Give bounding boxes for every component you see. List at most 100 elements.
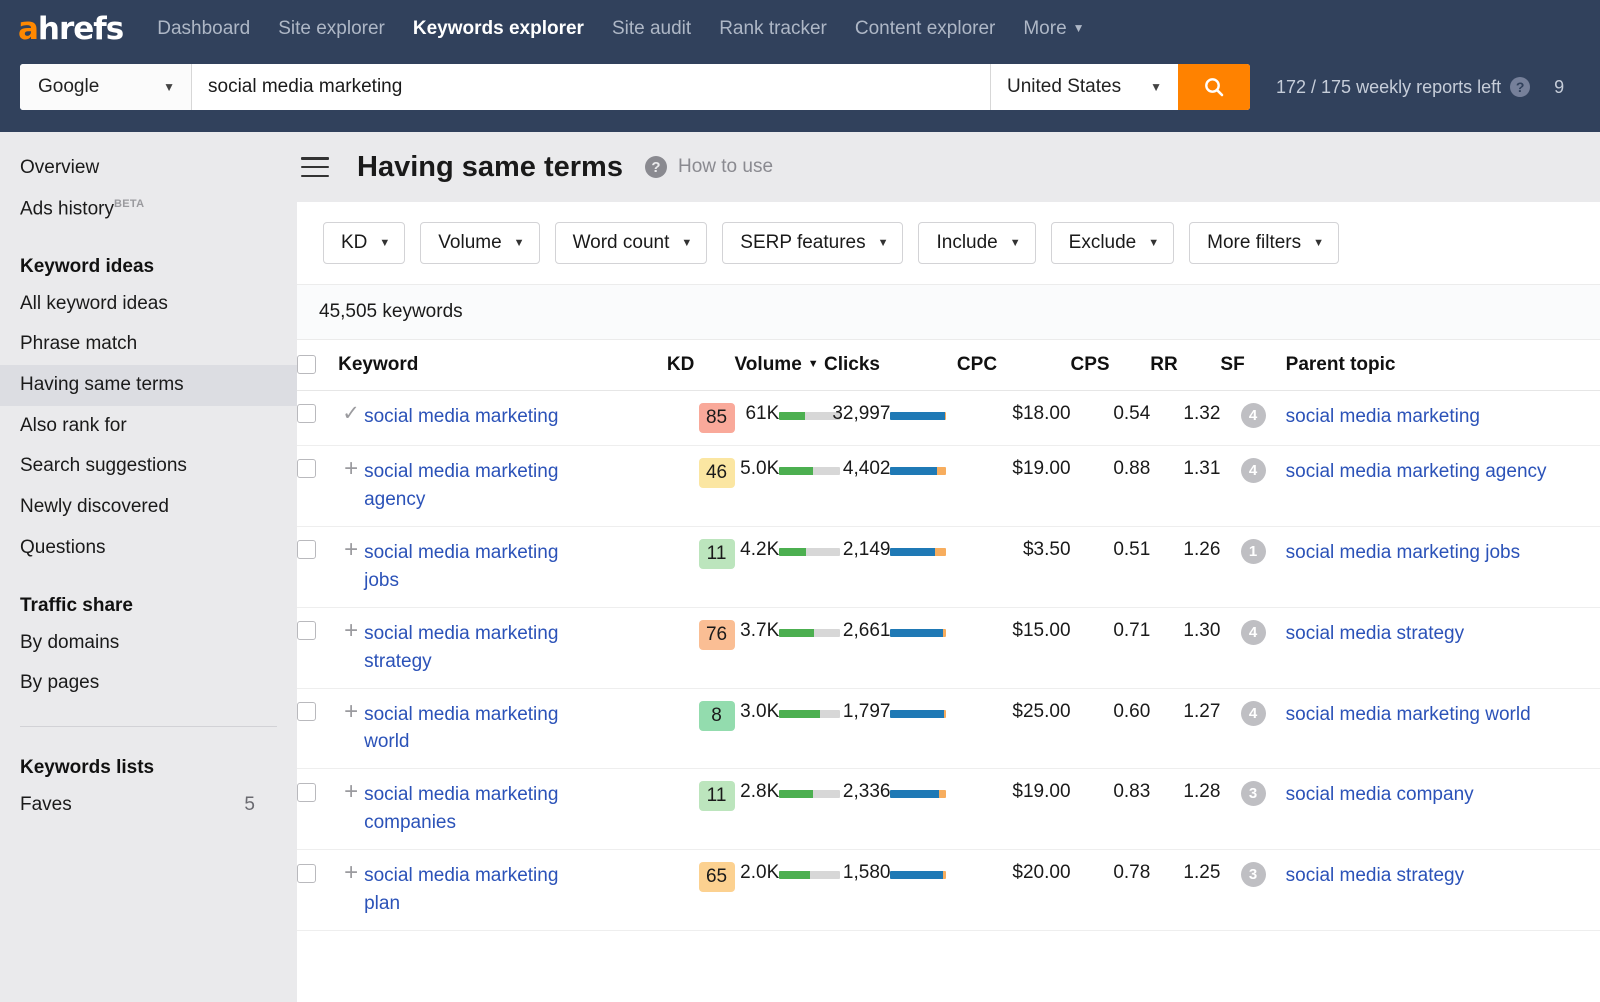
column-header-keyword[interactable]: Keyword: [338, 340, 667, 391]
chevron-down-icon: ▼: [877, 237, 889, 249]
nav-item-site-explorer[interactable]: Site explorer: [278, 18, 385, 40]
keyword-link[interactable]: social media marketing world: [364, 701, 574, 757]
clicks-cell: 2,336: [823, 768, 891, 851]
add-to-list-icon[interactable]: +: [338, 861, 364, 885]
sidebar-item-questions[interactable]: Questions: [0, 528, 297, 569]
row-checkbox[interactable]: [297, 540, 316, 560]
filter-word-count[interactable]: Word count ▼: [554, 222, 708, 264]
column-label: CPS: [1070, 354, 1110, 375]
hamburger-icon[interactable]: [301, 157, 329, 177]
keyword-link[interactable]: social media marketing agency: [364, 458, 574, 514]
country-select[interactable]: United States ▼: [990, 64, 1178, 110]
kd-badge: 11: [698, 781, 735, 812]
cps-cell: 0.54: [1070, 390, 1151, 446]
nav-item-keywords-explorer[interactable]: Keywords explorer: [413, 18, 584, 40]
parent-topic-link[interactable]: social media marketing agency: [1286, 461, 1547, 482]
keyword-link[interactable]: social media marketing jobs: [364, 539, 574, 595]
row-checkbox[interactable]: [297, 702, 316, 722]
add-to-list-icon[interactable]: +: [338, 457, 364, 481]
sf-badge[interactable]: 3: [1240, 781, 1266, 807]
reports-left-text: 172 / 175 weekly reports left: [1276, 76, 1502, 97]
nav-item-more[interactable]: More ▼: [1023, 18, 1084, 40]
nav-label: Keywords explorer: [412, 18, 584, 39]
added-check-icon[interactable]: ✓: [338, 403, 364, 425]
parent-topic-link[interactable]: social media marketing world: [1286, 704, 1531, 725]
volume-cell: 4.2K: [734, 526, 780, 608]
parent-topic-link[interactable]: social media strategy: [1286, 623, 1464, 644]
column-header-kd[interactable]: KD: [666, 340, 735, 391]
volume-cell: 5.0K: [734, 445, 780, 527]
column-header-clicks[interactable]: Clicks: [823, 340, 957, 391]
help-icon[interactable]: ?: [1510, 77, 1531, 97]
clicks-organic-segment: [890, 871, 944, 880]
search-button[interactable]: [1178, 64, 1250, 110]
how-to-use-link[interactable]: ? How to use: [644, 156, 774, 178]
row-checkbox[interactable]: [297, 782, 316, 802]
sidebar-item-overview[interactable]: Overview: [0, 148, 297, 189]
sf-badge[interactable]: 4: [1240, 403, 1266, 428]
keyword-link[interactable]: social media marketing: [364, 403, 558, 431]
sf-badge[interactable]: 4: [1240, 700, 1266, 726]
select-all-checkbox[interactable]: [297, 355, 316, 375]
sf-badge[interactable]: 4: [1240, 619, 1266, 645]
column-header-sf[interactable]: SF: [1220, 340, 1286, 391]
nav-item-rank-tracker[interactable]: Rank tracker: [719, 18, 827, 40]
keyword-link[interactable]: social media marketing companies: [364, 781, 574, 837]
filter-serp-features[interactable]: SERP features ▼: [722, 222, 904, 264]
keyword-search-input[interactable]: [192, 64, 990, 110]
add-to-list-icon[interactable]: +: [338, 618, 364, 642]
sidebar-item-label: Also rank for: [20, 414, 127, 436]
parent-topic-link[interactable]: social media company: [1286, 784, 1474, 805]
clicks-paid-segment: [942, 628, 947, 637]
cpc-cell: $18.00: [956, 390, 1071, 446]
sidebar-item-also-rank-for[interactable]: Also rank for: [0, 406, 297, 447]
sidebar-item-phrase-match[interactable]: Phrase match: [0, 324, 297, 365]
how-to-use-label: How to use: [677, 156, 774, 177]
nav-item-content-explorer[interactable]: Content explorer: [855, 18, 995, 40]
filter-include[interactable]: Include ▼: [918, 222, 1036, 264]
column-header-rr[interactable]: RR: [1150, 340, 1221, 391]
row-checkbox[interactable]: [297, 621, 316, 641]
add-to-list-icon[interactable]: +: [338, 537, 364, 561]
column-header-cpc[interactable]: CPC: [956, 340, 1071, 391]
sidebar-item-all-keyword-ideas[interactable]: All keyword ideas: [0, 284, 297, 325]
keyword-link[interactable]: social media marketing strategy: [364, 620, 574, 676]
volume-cell: 2.8K: [734, 768, 780, 851]
sidebar-item-search-suggestions[interactable]: Search suggestions: [0, 446, 297, 487]
filter-volume[interactable]: Volume ▼: [420, 222, 540, 264]
parent-topic-link[interactable]: social media marketing jobs: [1286, 542, 1520, 563]
nav-item-dashboard[interactable]: Dashboard: [157, 18, 250, 40]
sf-badge[interactable]: 4: [1240, 458, 1266, 483]
parent-topic-link[interactable]: social media marketing: [1286, 406, 1480, 427]
table-body: ✓ social media marketing 85 61K 32,997 $18.00…: [297, 390, 1600, 932]
clicks-bar-cell: [890, 390, 957, 446]
search-engine-select[interactable]: Google ▼: [20, 64, 192, 110]
sidebar-item-faves[interactable]: Faves 5: [0, 785, 297, 826]
column-header-volume[interactable]: Volume ▼: [734, 340, 824, 391]
row-checkbox[interactable]: [297, 404, 316, 424]
filter-exclude[interactable]: Exclude ▼: [1050, 222, 1175, 264]
nav-item-site-audit[interactable]: Site audit: [612, 18, 691, 40]
sf-badge[interactable]: 1: [1240, 538, 1266, 564]
rr-cell: 1.31: [1150, 445, 1221, 527]
column-label: Parent topic: [1285, 354, 1396, 375]
add-to-list-icon[interactable]: +: [338, 780, 364, 804]
row-checkbox[interactable]: [297, 863, 316, 883]
column-header-parent-topic[interactable]: Parent topic: [1285, 340, 1600, 391]
row-checkbox[interactable]: [297, 459, 316, 479]
filter-more-filters[interactable]: More filters ▼: [1189, 222, 1340, 264]
sidebar-item-by-domains[interactable]: By domains: [0, 623, 297, 664]
sf-badge[interactable]: 3: [1240, 862, 1266, 888]
ahrefs-logo[interactable]: ahrefs: [18, 13, 124, 45]
sidebar-item-ads-history[interactable]: Ads historyBETA: [0, 189, 297, 230]
keyword-link[interactable]: social media marketing plan: [364, 862, 574, 918]
column-header-cps[interactable]: CPS: [1070, 340, 1151, 391]
page-header: Having same terms ? How to use: [297, 132, 1600, 202]
parent-topic-link[interactable]: social media strategy: [1286, 865, 1464, 886]
sidebar-item-newly-discovered[interactable]: Newly discovered: [0, 487, 297, 528]
filter-kd[interactable]: KD ▼: [323, 222, 406, 264]
cps-cell: 0.78: [1070, 849, 1151, 932]
sidebar-item-having-same-terms[interactable]: Having same terms: [0, 365, 297, 406]
add-to-list-icon[interactable]: +: [338, 699, 364, 723]
sidebar-item-by-pages[interactable]: By pages: [0, 663, 297, 704]
